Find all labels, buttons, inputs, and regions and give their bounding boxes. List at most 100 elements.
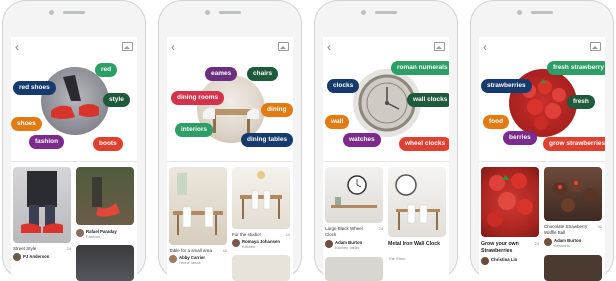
tag-chip[interactable]: style <box>103 93 130 107</box>
divider <box>323 161 449 162</box>
speaker <box>375 11 397 14</box>
avatar[interactable] <box>169 255 177 263</box>
speaker <box>63 11 85 14</box>
visual-search-hero: roman numerals clocks wall clocks wall w… <box>323 51 449 161</box>
image-icon[interactable] <box>434 42 445 51</box>
pin-count: ∙ 24 <box>376 226 383 231</box>
image-icon[interactable] <box>590 42 601 51</box>
tag-chip[interactable]: wheel clocks <box>399 137 449 151</box>
pin-image <box>544 255 602 281</box>
tag-chip[interactable]: fresh <box>567 95 595 109</box>
tag-chip[interactable]: eames <box>205 67 238 81</box>
board-name[interactable]: Desserts <box>554 243 570 248</box>
pinner-name[interactable]: PJ Anderson <box>23 254 49 259</box>
tag-chip[interactable]: boots <box>93 137 123 151</box>
image-icon[interactable] <box>278 42 289 51</box>
tag-chip[interactable]: grow strawberries <box>543 137 605 151</box>
pin-count: ∙ 24 <box>283 232 290 237</box>
tag-chip[interactable]: chairs <box>247 67 279 81</box>
pin-caption: Large Black Wheel Clock <box>325 226 363 237</box>
avatar[interactable] <box>544 238 552 246</box>
phone-3: ‹ roman numerals clocks wall clocks wall… <box>314 0 458 281</box>
speaker <box>219 11 241 14</box>
pin-card[interactable]: Large Black Wheel Clock ∙ 24 Adam Burton… <box>325 167 383 281</box>
board-name[interactable]: Home Ideas <box>179 260 201 265</box>
pin-image <box>232 167 290 229</box>
pin-card[interactable]: Metal Iron Wall Clock The Store <box>388 167 446 281</box>
pin-count: ∙ 24 <box>532 241 539 246</box>
tag-chip[interactable]: dining <box>261 103 293 117</box>
pin-count: ∙ 24 <box>64 246 71 251</box>
pinner-name[interactable]: Christina Lin <box>491 257 517 262</box>
board-name[interactable]: Kitchen Ideas <box>335 245 359 250</box>
pin-image <box>481 167 539 237</box>
tag-chip[interactable]: food <box>483 115 510 129</box>
tag-chip[interactable]: fresh strawberry <box>547 61 605 75</box>
tag-chip[interactable]: dining tables <box>241 133 293 147</box>
tag-chip[interactable]: shoes <box>11 117 42 131</box>
tag-chip[interactable]: clocks <box>327 79 360 93</box>
pin-title: Grow your own Strawberries <box>481 241 519 254</box>
divider <box>11 161 137 162</box>
avatar[interactable] <box>76 229 84 237</box>
avatar[interactable] <box>481 257 489 265</box>
pin-card[interactable]: For the studio! ∙ 24 Romaya Johansen Kit… <box>232 167 290 281</box>
tag-chip[interactable]: red shoes <box>13 81 56 95</box>
pin-image <box>76 245 134 281</box>
visual-search-hero: fresh strawberry strawberries fresh food… <box>479 51 605 161</box>
screen: ‹ roman numerals clocks wall clocks wall… <box>323 37 449 281</box>
pin-image <box>169 167 227 245</box>
tag-chip[interactable]: wall <box>325 115 350 129</box>
pin-card[interactable]: Chocolate Strawberry Waffle Ball ∙ 32 Ad… <box>544 167 602 281</box>
tag-chip[interactable]: strawberries <box>481 79 532 93</box>
pin-image <box>325 167 383 223</box>
screen: ‹ red red shoes style shoes fashion boot… <box>11 37 137 281</box>
pin-card[interactable]: Rafael Paraday Fashion <box>76 167 134 281</box>
board-name[interactable]: Kitchen <box>242 244 255 249</box>
avatar[interactable] <box>325 240 333 248</box>
board-name[interactable]: The Store <box>388 256 406 261</box>
camera <box>517 10 522 15</box>
pin-card[interactable]: Table for a small area ∙ 42 Abby Carrier… <box>169 167 227 281</box>
visual-search-hero: eames chairs dining rooms dining interio… <box>167 51 293 161</box>
pin-card[interactable]: Street Style ∙ 24 PJ Anderson <box>13 167 71 281</box>
pin-image <box>544 167 602 221</box>
sneakers-photo <box>41 67 109 135</box>
pin-count: ∙ 42 <box>220 248 227 253</box>
screen: ‹ eames chairs dining rooms dining inter… <box>167 37 293 281</box>
tag-chip[interactable]: fashion <box>29 135 65 149</box>
pin-image <box>388 167 446 237</box>
pin-image <box>325 257 383 281</box>
phone-1: ‹ red red shoes style shoes fashion boot… <box>2 0 146 281</box>
tag-chip[interactable]: dining rooms <box>171 91 225 105</box>
camera <box>205 10 210 15</box>
camera <box>361 10 366 15</box>
tag-chip[interactable]: roman numerals <box>391 61 449 75</box>
pin-caption: For the studio! <box>232 232 261 237</box>
phone-4: ‹ fresh strawberry strawberries fresh fo… <box>470 0 614 281</box>
pin-card[interactable]: Grow your own Strawberries ∙ 24 Christin… <box>481 167 539 281</box>
screen: ‹ fresh strawberry strawberries fresh fo… <box>479 37 605 281</box>
pin-image <box>13 167 71 243</box>
phone-2: ‹ eames chairs dining rooms dining inter… <box>158 0 302 281</box>
pin-image <box>232 255 290 281</box>
pin-title: Metal Iron Wall Clock <box>388 241 440 247</box>
tag-chip[interactable]: red <box>95 63 118 77</box>
speaker <box>531 11 553 14</box>
tag-chip[interactable]: berries <box>503 131 537 145</box>
tag-chip[interactable]: interiors <box>175 123 214 137</box>
camera <box>49 10 54 15</box>
visual-search-hero: red red shoes style shoes fashion boots <box>11 51 137 161</box>
divider <box>479 161 605 162</box>
pin-caption: Table for a small area <box>169 248 213 253</box>
pin-count: ∙ 32 <box>595 224 602 229</box>
tag-chip[interactable]: wall clocks <box>407 93 449 107</box>
pin-caption: Street Style <box>13 246 37 251</box>
pin-image <box>76 167 134 225</box>
tag-chip[interactable]: watches <box>343 133 381 147</box>
pin-caption: Chocolate Strawberry Waffle Ball <box>544 224 588 235</box>
avatar[interactable] <box>13 253 21 261</box>
board-name[interactable]: Fashion <box>86 234 100 239</box>
image-icon[interactable] <box>122 42 133 51</box>
avatar[interactable] <box>232 239 240 247</box>
